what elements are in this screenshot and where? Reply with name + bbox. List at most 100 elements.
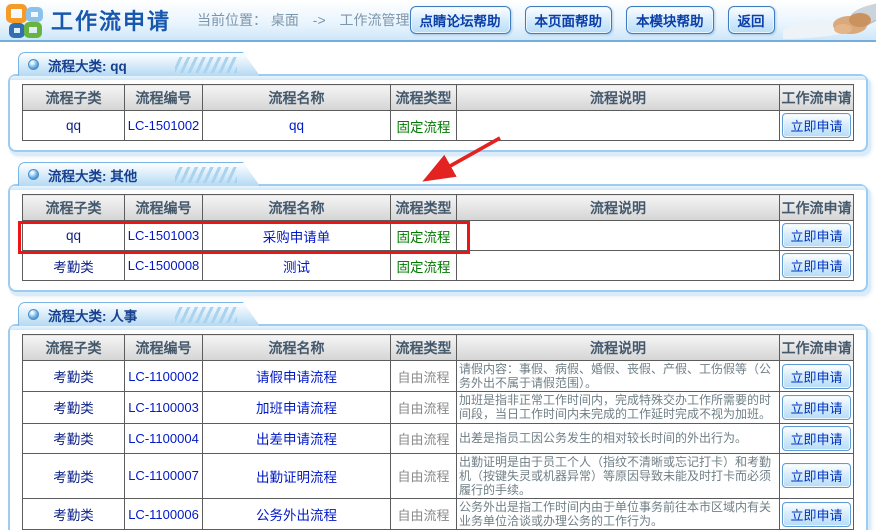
cell-name[interactable]: 出差申请流程 [203, 423, 391, 453]
top-banner: 工作流申请 当前位置： 桌面 -> 工作流管理 点睛论坛帮助 本页面帮助 本模块… [0, 0, 876, 42]
cell-name[interactable]: 采购申请单 [203, 221, 391, 251]
apply-button[interactable]: 立即申请 [782, 223, 850, 248]
apply-button[interactable]: 立即申请 [782, 253, 850, 278]
section-qq: 流程大类: qq 流程子类 流程编号 流程名称 流程类型 流程说明 工作流申请 … [8, 74, 868, 152]
cell-code: LC-1100007 [125, 453, 203, 498]
col-header-description: 流程说明 [457, 335, 780, 361]
table-row: 考勤类 LC-1100006 公务外出流程 自由流程 公务外出是指工作时间内由于… [23, 499, 854, 530]
logo-square-lightblue [26, 7, 43, 22]
section-qq-tab: 流程大类: qq [18, 52, 260, 76]
orb-icon [28, 59, 39, 70]
apply-button[interactable]: 立即申请 [782, 463, 850, 488]
cell-type: 自由流程 [391, 453, 457, 498]
orb-icon [28, 309, 39, 320]
cell-subcategory: qq [23, 221, 125, 251]
cell-description [457, 251, 780, 281]
table-row: 考勤类 LC-1500008 测试 固定流程 立即申请 [23, 251, 854, 281]
cell-code: LC-1100003 [125, 392, 203, 423]
module-help-button[interactable]: 本模块帮助 [626, 6, 714, 34]
table-header-row: 流程子类 流程编号 流程名称 流程类型 流程说明 工作流申请 [23, 195, 854, 221]
breadcrumb-arrow: -> [313, 12, 326, 28]
col-header-type: 流程类型 [391, 85, 457, 111]
cell-type: 固定流程 [391, 221, 457, 251]
cell-name[interactable]: 测试 [203, 251, 391, 281]
table-row: qq LC-1501002 qq 固定流程 立即申请 [23, 111, 854, 141]
apply-button[interactable]: 立即申请 [782, 502, 850, 527]
cell-subcategory: 考勤类 [23, 423, 125, 453]
cell-name[interactable]: 公务外出流程 [203, 499, 391, 530]
breadcrumb-module[interactable]: 工作流管理 [340, 12, 410, 28]
cell-code: LC-1100006 [125, 499, 203, 530]
cell-name[interactable]: 请假申请流程 [203, 361, 391, 392]
stripes-decoration-icon [175, 57, 237, 73]
table-header-row: 流程子类 流程编号 流程名称 流程类型 流程说明 工作流申请 [23, 85, 854, 111]
cell-type: 固定流程 [391, 251, 457, 281]
cell-description [457, 111, 780, 141]
col-header-apply: 工作流申请 [780, 335, 854, 361]
cell-description: 公务外出是指工作时间内由于单位事务前往本市区域内有关业务单位洽谈或办理公务的工作… [457, 499, 780, 530]
cell-type: 自由流程 [391, 499, 457, 530]
col-header-name: 流程名称 [203, 195, 391, 221]
cell-subcategory: 考勤类 [23, 453, 125, 498]
stripes-decoration-icon [175, 307, 237, 323]
apply-button[interactable]: 立即申请 [782, 364, 850, 389]
cell-type: 固定流程 [391, 111, 457, 141]
app-logo-icon [6, 4, 43, 38]
col-header-code: 流程编号 [125, 335, 203, 361]
process-table-other: 流程子类 流程编号 流程名称 流程类型 流程说明 工作流申请 qq LC-150… [22, 194, 854, 281]
col-header-type: 流程类型 [391, 195, 457, 221]
forum-help-button[interactable]: 点睛论坛帮助 [410, 6, 511, 34]
apply-button[interactable]: 立即申请 [782, 426, 850, 451]
orb-icon [28, 169, 39, 180]
section-other: 流程大类: 其他 流程子类 流程编号 流程名称 流程类型 流程说明 工作流申请 … [8, 184, 868, 292]
logo-square-green [24, 22, 42, 38]
col-header-description: 流程说明 [457, 195, 780, 221]
table-header-row: 流程子类 流程编号 流程名称 流程类型 流程说明 工作流申请 [23, 335, 854, 361]
col-header-type: 流程类型 [391, 335, 457, 361]
breadcrumb-label: 当前位置： [197, 12, 267, 28]
cell-description: 出勤证明是由于员工个人（指纹不清晰或忘记打卡）和考勤机（按键失灵或机器异常）等原… [457, 453, 780, 498]
cell-name[interactable]: qq [203, 111, 391, 141]
col-header-name: 流程名称 [203, 335, 391, 361]
cell-name[interactable]: 加班申请流程 [203, 392, 391, 423]
cell-code: LC-1501002 [125, 111, 203, 141]
col-header-apply: 工作流申请 [780, 85, 854, 111]
breadcrumb-desktop[interactable]: 桌面 [271, 12, 299, 28]
table-row-highlighted: qq LC-1501003 采购申请单 固定流程 立即申请 [23, 221, 854, 251]
apply-button[interactable]: 立即申请 [782, 395, 850, 420]
table-row: 考勤类 LC-1100004 出差申请流程 自由流程 出差是指员工因公务发生的相… [23, 423, 854, 453]
col-header-subcategory: 流程子类 [23, 195, 125, 221]
breadcrumb: 当前位置： 桌面 -> 工作流管理 [197, 10, 410, 30]
table-row: 考勤类 LC-1100002 请假申请流程 自由流程 请假内容：事假、病假、婚假… [23, 361, 854, 392]
cell-code: LC-1500008 [125, 251, 203, 281]
cell-subcategory: 考勤类 [23, 361, 125, 392]
cell-description: 请假内容：事假、病假、婚假、丧假、产假、工伤假等（公务外出不属于请假范围）。 [457, 361, 780, 392]
col-header-name: 流程名称 [203, 85, 391, 111]
section-hr: 流程大类: 人事 流程子类 流程编号 流程名称 流程类型 流程说明 工作流申请 … [8, 324, 868, 530]
section-other-title: 流程大类: 其他 [48, 165, 137, 185]
process-table-qq: 流程子类 流程编号 流程名称 流程类型 流程说明 工作流申请 qq LC-150… [22, 84, 854, 141]
table-row: 考勤类 LC-1100007 出勤证明流程 自由流程 出勤证明是由于员工个人（指… [23, 453, 854, 498]
cell-description: 出差是指员工因公务发生的相对较长时间的外出行为。 [457, 423, 780, 453]
section-hr-tab: 流程大类: 人事 [18, 302, 260, 326]
page-help-button[interactable]: 本页面帮助 [525, 6, 613, 34]
handshake-image [783, 0, 876, 41]
logo-square-blue [9, 23, 25, 38]
col-header-subcategory: 流程子类 [23, 335, 125, 361]
col-header-code: 流程编号 [125, 195, 203, 221]
cell-type: 自由流程 [391, 392, 457, 423]
cell-subcategory: 考勤类 [23, 392, 125, 423]
back-button[interactable]: 返回 [728, 6, 775, 34]
cell-description [457, 221, 780, 251]
col-header-apply: 工作流申请 [780, 195, 854, 221]
cell-code: LC-1100004 [125, 423, 203, 453]
cell-type: 自由流程 [391, 423, 457, 453]
section-qq-title: 流程大类: qq [48, 55, 127, 75]
table-row: 考勤类 LC-1100003 加班申请流程 自由流程 加班是指非正常工作时间内，… [23, 392, 854, 423]
col-header-description: 流程说明 [457, 85, 780, 111]
apply-button[interactable]: 立即申请 [782, 113, 850, 138]
cell-subcategory: qq [23, 111, 125, 141]
cell-name[interactable]: 出勤证明流程 [203, 453, 391, 498]
cell-code: LC-1100002 [125, 361, 203, 392]
col-header-subcategory: 流程子类 [23, 85, 125, 111]
